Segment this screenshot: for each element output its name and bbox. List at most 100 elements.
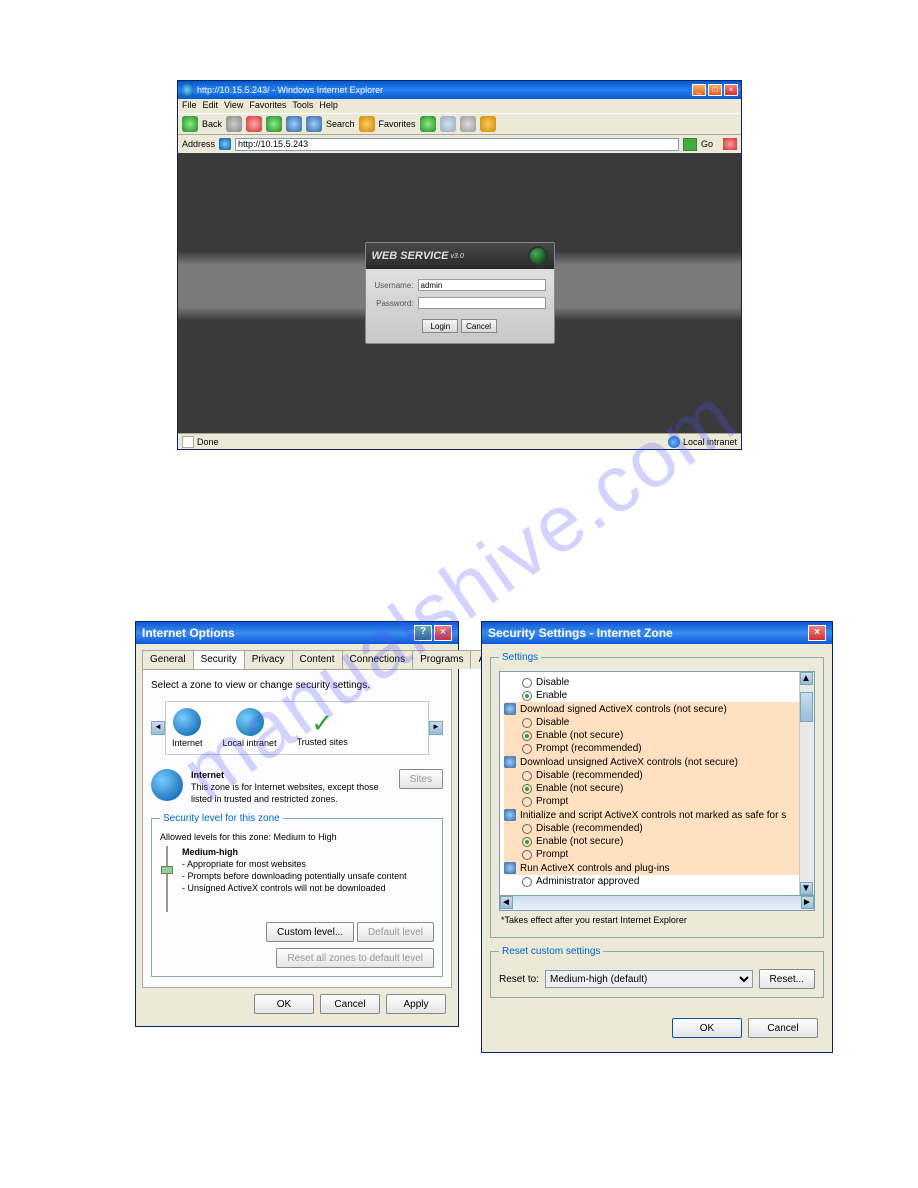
reset-legend: Reset custom settings	[499, 946, 603, 957]
maximize-button[interactable]: □	[708, 84, 722, 96]
links-icon[interactable]	[723, 138, 737, 150]
radio-button[interactable]	[522, 691, 532, 701]
horizontal-scrollbar[interactable]: ◄ ►	[499, 896, 815, 911]
apply-button[interactable]: Apply	[386, 994, 446, 1014]
close-button[interactable]: ×	[724, 84, 738, 96]
tab-security[interactable]: Security	[193, 650, 245, 669]
search-icon[interactable]	[306, 116, 322, 132]
check-icon: ✓	[297, 709, 348, 737]
menu-help[interactable]: Help	[319, 100, 338, 112]
zone-trusted-label: Trusted sites	[297, 737, 348, 747]
setting-option[interactable]: Prompt	[504, 848, 810, 861]
setting-option[interactable]: Disable	[504, 716, 810, 729]
ss-titlebar[interactable]: Security Settings - Internet Zone ×	[482, 622, 832, 644]
zone-scroll-left[interactable]: ◄	[151, 721, 165, 735]
reset-to-select[interactable]: Medium-high (default)	[545, 970, 753, 988]
go-button[interactable]	[683, 138, 697, 151]
minimize-button[interactable]: _	[692, 84, 706, 96]
scroll-up-button[interactable]: ▲	[800, 672, 813, 685]
radio-button[interactable]	[522, 784, 532, 794]
menu-edit[interactable]: Edit	[203, 100, 219, 112]
ok-button[interactable]: OK	[672, 1018, 742, 1038]
mail-icon[interactable]	[440, 116, 456, 132]
radio-button[interactable]	[522, 850, 532, 860]
scroll-left-button[interactable]: ◄	[500, 896, 513, 909]
allowed-levels-text: Allowed levels for this zone: Medium to …	[160, 832, 434, 842]
level-slider[interactable]	[160, 846, 174, 912]
password-input[interactable]	[418, 297, 546, 309]
tab-privacy[interactable]: Privacy	[244, 650, 293, 669]
login-body: Username: Password: Login Cancel	[366, 269, 554, 343]
reset-button[interactable]: Reset...	[759, 969, 815, 989]
slider-thumb[interactable]	[161, 866, 173, 874]
ok-button[interactable]: OK	[254, 994, 314, 1014]
menu-tools[interactable]: Tools	[292, 100, 313, 112]
ss-body: Settings DisableEnableDownload signed Ac…	[482, 644, 832, 1052]
setting-option[interactable]: Enable (not secure)	[504, 782, 810, 795]
tab-connections[interactable]: Connections	[342, 650, 414, 669]
window-titlebar[interactable]: http://10.15.5.243/ - Windows Internet E…	[178, 81, 741, 99]
zone-local-intranet[interactable]: Local intranet	[223, 708, 277, 748]
help-button[interactable]: ?	[414, 625, 432, 641]
favorites-icon[interactable]	[359, 116, 375, 132]
level-name: Medium-high	[182, 846, 407, 858]
option-label: Prompt (recommended)	[536, 743, 642, 754]
group-label: Download unsigned ActiveX controls (not …	[520, 757, 738, 768]
radio-button[interactable]	[522, 718, 532, 728]
scroll-thumb[interactable]	[800, 692, 813, 722]
history-icon[interactable]	[420, 116, 436, 132]
radio-button[interactable]	[522, 744, 532, 754]
custom-level-button[interactable]: Custom level...	[266, 922, 354, 942]
io-titlebar[interactable]: Internet Options ? ×	[136, 622, 458, 644]
setting-option[interactable]: Disable (recommended)	[504, 822, 810, 835]
radio-button[interactable]	[522, 771, 532, 781]
radio-button[interactable]	[522, 837, 532, 847]
scroll-down-button[interactable]: ▼	[800, 882, 813, 895]
username-input[interactable]	[418, 279, 546, 291]
close-button[interactable]: ×	[434, 625, 452, 641]
menu-view[interactable]: View	[224, 100, 243, 112]
hscroll-track[interactable]	[513, 896, 801, 910]
sites-button[interactable]: Sites	[399, 769, 443, 789]
home-icon[interactable]	[286, 116, 302, 132]
zone-list[interactable]: Internet Local intranet ✓ Trusted sites	[165, 701, 429, 755]
close-button[interactable]: ×	[808, 625, 826, 641]
radio-button[interactable]	[522, 824, 532, 834]
setting-option[interactable]: Administrator approved	[504, 875, 810, 888]
forward-button[interactable]	[226, 116, 242, 132]
print-icon[interactable]	[460, 116, 476, 132]
zone-trusted-sites[interactable]: ✓ Trusted sites	[297, 709, 348, 747]
setting-option[interactable]: Prompt	[504, 795, 810, 808]
default-level-button[interactable]: Default level	[357, 922, 434, 942]
scroll-right-button[interactable]: ►	[801, 896, 814, 909]
setting-option[interactable]: Disable	[504, 676, 810, 689]
radio-button[interactable]	[522, 877, 532, 887]
tab-content[interactable]: Content	[292, 650, 343, 669]
cancel-button[interactable]: Cancel	[748, 1018, 818, 1038]
tab-general[interactable]: General	[142, 650, 194, 669]
cancel-button[interactable]: Cancel	[461, 319, 497, 333]
radio-button[interactable]	[522, 731, 532, 741]
setting-option[interactable]: Enable (not secure)	[504, 729, 810, 742]
setting-option[interactable]: Disable (recommended)	[504, 769, 810, 782]
refresh-icon[interactable]	[266, 116, 282, 132]
reset-all-button[interactable]: Reset all zones to default level	[276, 948, 434, 968]
setting-option[interactable]: Enable (not secure)	[504, 835, 810, 848]
back-button[interactable]	[182, 116, 198, 132]
vertical-scrollbar[interactable]: ▲ ▼	[799, 672, 814, 895]
setting-option[interactable]: Enable	[504, 689, 810, 702]
edit-icon[interactable]	[480, 116, 496, 132]
stop-icon[interactable]	[246, 116, 262, 132]
address-input[interactable]	[235, 138, 679, 151]
zone-scroll-right[interactable]: ►	[429, 721, 443, 735]
setting-option[interactable]: Prompt (recommended)	[504, 742, 810, 755]
radio-button[interactable]	[522, 678, 532, 688]
menu-favorites[interactable]: Favorites	[249, 100, 286, 112]
option-label: Enable (not secure)	[536, 730, 623, 741]
login-button[interactable]: Login	[422, 319, 458, 333]
zone-internet[interactable]: Internet	[172, 708, 203, 748]
tab-programs[interactable]: Programs	[412, 650, 471, 669]
radio-button[interactable]	[522, 797, 532, 807]
menu-file[interactable]: File	[182, 100, 197, 112]
cancel-button[interactable]: Cancel	[320, 994, 380, 1014]
